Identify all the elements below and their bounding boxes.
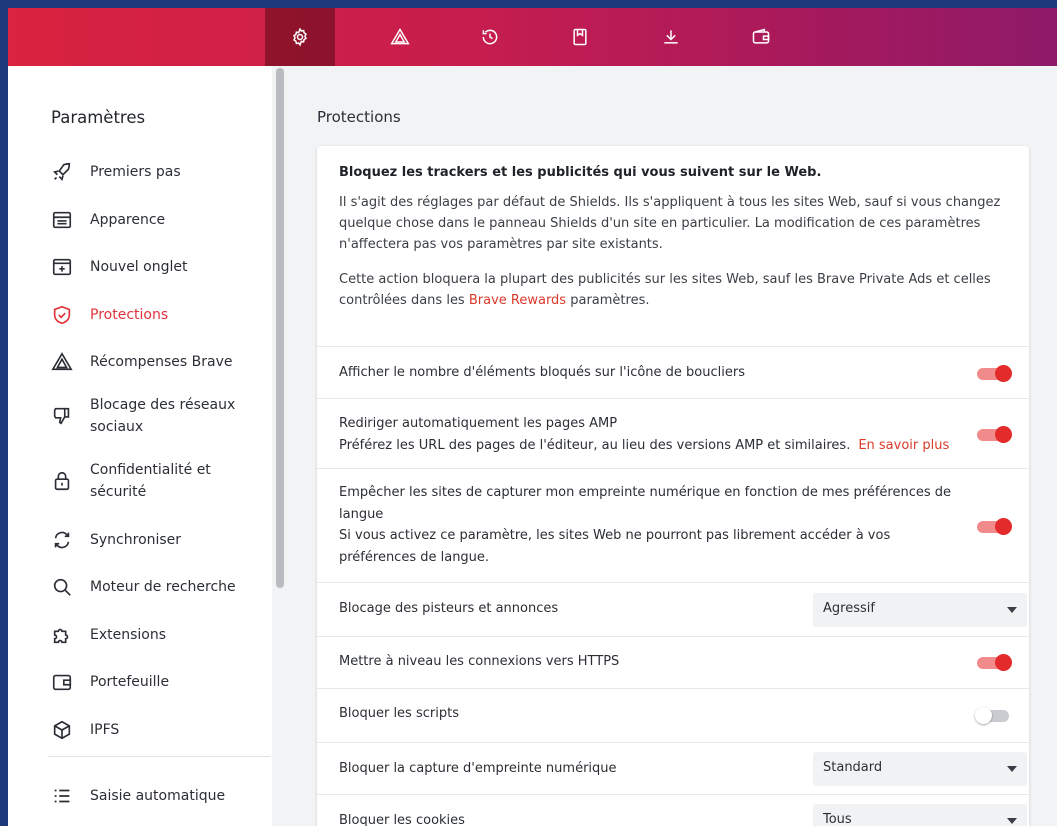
trackers-ads-select[interactable]: Agressif xyxy=(813,593,1027,627)
setting-label: Afficher le nombre d'éléments bloqués su… xyxy=(339,365,745,380)
setting-description: Préférez les URL des pages de l'éditeur,… xyxy=(339,437,950,453)
sidebar-item-nouvel-onglet[interactable]: Nouvel onglet xyxy=(48,253,268,281)
sidebar-item-moteur-de-recherche[interactable]: Moteur de recherche xyxy=(48,573,268,601)
puzzle-icon xyxy=(48,621,76,649)
lock-icon xyxy=(48,467,76,495)
tab-history[interactable] xyxy=(455,8,525,66)
setting-row: Empêcher les sites de capturer mon empre… xyxy=(317,468,1029,583)
chevron-down-icon xyxy=(1007,607,1017,613)
setting-label: Mettre à niveau les connexions vers HTTP… xyxy=(339,654,620,669)
tab-bookmarks[interactable] xyxy=(545,8,615,66)
tab-wallet[interactable] xyxy=(726,8,796,66)
settings-gear-icon xyxy=(293,27,307,47)
sidebar-item-label: Extensions xyxy=(90,627,167,643)
sidebar-item-label: Blocage des réseaux sociaux xyxy=(90,397,236,435)
toggle-language-fingerprint[interactable] xyxy=(977,518,1012,535)
toggle-https-upgrade[interactable] xyxy=(977,654,1012,671)
appearance-icon xyxy=(48,206,76,234)
bookmarks-icon xyxy=(573,28,587,46)
sidebar-item-blocage-reseaux-sociaux[interactable]: Blocage des réseaux sociaux xyxy=(48,394,268,438)
setting-row: Bloquer les cookies Tous xyxy=(317,794,1029,826)
sidebar-item-label: Moteur de recherche xyxy=(90,579,236,595)
sidebar-item-label: Nouvel onglet xyxy=(90,259,188,275)
sidebar-item-portefeuille[interactable]: Portefeuille xyxy=(48,668,268,696)
sidebar-item-synchroniser[interactable]: Synchroniser xyxy=(48,526,268,554)
chevron-down-icon xyxy=(1007,818,1017,824)
list-icon xyxy=(48,782,76,810)
setting-row: Afficher le nombre d'éléments bloqués su… xyxy=(317,346,1029,399)
sidebar-scrollbar[interactable] xyxy=(276,68,284,588)
tab-settings[interactable] xyxy=(265,8,335,66)
setting-label: Empêcher les sites de capturer mon empre… xyxy=(339,485,952,522)
sidebar-item-extensions[interactable]: Extensions xyxy=(48,621,268,649)
sync-icon xyxy=(48,526,76,554)
tab-downloads[interactable] xyxy=(636,8,706,66)
setting-label: Rediriger automatiquement les pages AMP xyxy=(339,416,618,431)
rocket-icon xyxy=(48,158,76,186)
toggle-amp-redirect[interactable] xyxy=(977,426,1012,443)
sidebar-divider xyxy=(48,756,270,757)
setting-row: Bloquer les scripts xyxy=(317,688,1029,743)
setting-description: Si vous activez ce paramètre, les sites … xyxy=(339,528,891,565)
sidebar-item-label: Portefeuille xyxy=(90,674,170,690)
setting-row: Bloquer la capture d'empreinte numérique… xyxy=(317,742,1029,795)
intro-paragraph: Il s'agit des réglages par défaut de Shi… xyxy=(339,195,1001,252)
rewards-triangle-icon xyxy=(390,28,410,45)
sidebar-item-ipfs[interactable]: IPFS xyxy=(48,716,268,744)
sidebar-item-label: Protections xyxy=(90,307,169,323)
sidebar-title: Paramètres xyxy=(51,108,146,127)
sidebar-item-recompenses-brave[interactable]: Récompenses Brave xyxy=(48,348,268,376)
top-toolbar xyxy=(8,8,1057,66)
fingerprint-select[interactable]: Standard xyxy=(813,752,1027,786)
settings-window: Paramètres Premiers pas Apparence Nouvel… xyxy=(8,8,1057,826)
sidebar-item-confidentialite[interactable]: Confidentialité et sécurité xyxy=(48,459,268,503)
setting-label: Bloquer les scripts xyxy=(339,706,459,721)
sidebar-item-label: Confidentialité et sécurité xyxy=(90,462,211,500)
toggle-block-scripts[interactable] xyxy=(975,707,1011,724)
sidebar-item-label: Synchroniser xyxy=(90,532,182,548)
select-value: Standard xyxy=(823,760,883,775)
sidebar-item-protections[interactable]: Protections xyxy=(48,301,268,329)
sidebar-item-label: Récompenses Brave xyxy=(90,354,233,370)
sidebar-item-label: Apparence xyxy=(90,212,166,228)
wallet-icon xyxy=(752,28,770,44)
download-icon xyxy=(664,30,678,44)
sidebar-item-apparence[interactable]: Apparence xyxy=(48,206,268,234)
brave-rewards-link[interactable]: Brave Rewards xyxy=(469,293,566,308)
cube-icon xyxy=(48,716,76,744)
tab-rewards[interactable] xyxy=(365,8,435,66)
toggle-show-blocked-count[interactable] xyxy=(977,365,1012,382)
sidebar-item-label: IPFS xyxy=(90,722,120,738)
new-tab-icon xyxy=(48,253,76,281)
setting-row: Rediriger automatiquement les pages AMP … xyxy=(317,398,1029,469)
select-value: Tous xyxy=(823,812,852,826)
select-value: Agressif xyxy=(823,601,875,616)
sidebar-item-saisie-automatique[interactable]: Saisie automatique xyxy=(48,782,268,810)
sidebar-item-premiers-pas[interactable]: Premiers pas xyxy=(48,158,268,186)
main-content: Protections Bloquez les trackers et les … xyxy=(288,66,1057,826)
cookies-select[interactable]: Tous xyxy=(813,804,1027,826)
intro-paragraph-rewards: Cette action bloquera la plupart des pub… xyxy=(339,272,991,308)
intro-heading: Bloquez les trackers et les publicités q… xyxy=(339,165,822,180)
setting-row: Mettre à niveau les connexions vers HTTP… xyxy=(317,636,1029,689)
intro-section: Bloquez les trackers et les publicités q… xyxy=(339,162,1009,325)
chevron-down-icon xyxy=(1007,766,1017,772)
page-title: Protections xyxy=(317,108,401,126)
settings-sidebar: Paramètres Premiers pas Apparence Nouvel… xyxy=(8,66,272,826)
search-icon xyxy=(48,573,76,601)
learn-more-link[interactable]: En savoir plus xyxy=(858,438,949,453)
protections-card: Bloquez les trackers et les publicités q… xyxy=(317,146,1029,826)
history-icon xyxy=(482,29,498,45)
setting-row: Blocage des pisteurs et annonces Agressi… xyxy=(317,582,1029,637)
thumbs-down-icon xyxy=(48,402,76,430)
sidebar-item-label: Saisie automatique xyxy=(90,788,226,804)
rewards-triangle-icon xyxy=(48,348,76,376)
shield-icon xyxy=(48,301,76,329)
sidebar-item-label: Premiers pas xyxy=(90,164,181,180)
wallet-icon xyxy=(48,668,76,696)
